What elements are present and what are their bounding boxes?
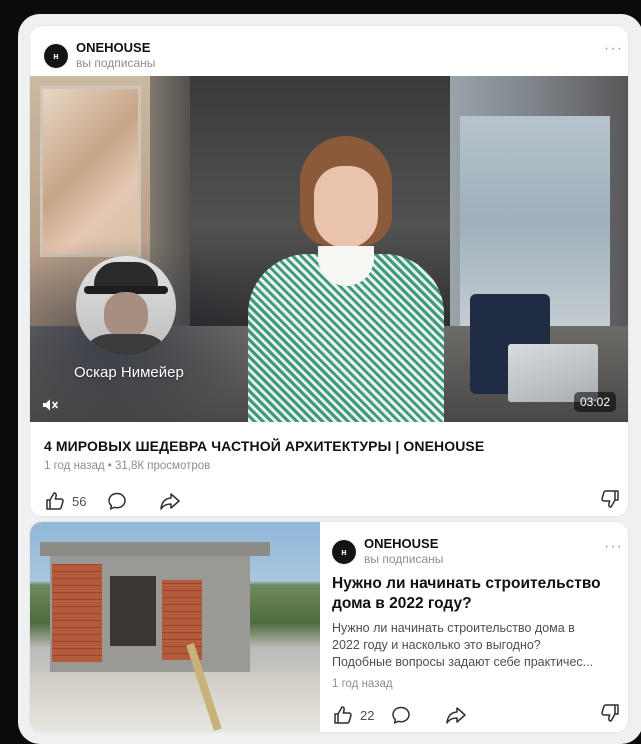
comment-button[interactable]: [390, 704, 412, 726]
thumbnail-ground: [30, 672, 320, 732]
channel-avatar[interactable]: н: [44, 44, 68, 68]
dislike-icon: [599, 704, 621, 728]
like-count: 56: [72, 493, 87, 509]
article-description-line: 2022 году и насколько это выгодно?: [332, 638, 541, 652]
portrait-face: [104, 292, 148, 338]
dislike-icon: [599, 490, 621, 514]
video-title[interactable]: 4 МИРОВЫХ ШЕДЕВРА ЧАСТНОЙ АРХИТЕКТУРЫ | …: [44, 438, 484, 454]
share-button[interactable]: [158, 490, 182, 512]
thumbnail-brick-wall: [52, 564, 102, 662]
thumbnail-brick-column: [162, 580, 202, 660]
dislike-button[interactable]: [599, 488, 621, 515]
more-options-button[interactable]: ···: [604, 40, 623, 58]
video-post-card: н ONEHOUSE вы подписаны ··· Оскар Нимейе…: [30, 26, 628, 516]
comment-button[interactable]: [106, 490, 128, 512]
article-description-line: Нужно ли начинать строительство дома в: [332, 621, 575, 635]
channel-name[interactable]: ONEHOUSE: [364, 536, 438, 551]
like-icon: [332, 704, 354, 726]
share-icon: [158, 490, 182, 512]
video-meta: 1 год назад • 31,8К просмотров: [44, 460, 211, 472]
post-actions: 56: [44, 488, 182, 514]
presenter-face: [314, 166, 378, 248]
article-title[interactable]: Нужно ли начинать строительство дома в 2…: [332, 574, 622, 614]
mute-icon[interactable]: [42, 398, 60, 412]
like-button[interactable]: 56: [44, 490, 86, 512]
post-header[interactable]: н ONEHOUSE вы подписаны: [332, 534, 612, 566]
share-icon: [444, 704, 468, 726]
article-description-line: Подобные вопросы задают себе практичес..…: [332, 655, 594, 669]
comment-icon: [390, 704, 412, 726]
like-button[interactable]: 22: [332, 704, 374, 726]
video-frame-painting: [40, 86, 141, 257]
article-thumbnail[interactable]: [30, 522, 320, 732]
article-description: Нужно ли начинать строительство дома в 2…: [332, 620, 624, 671]
channel-avatar[interactable]: н: [332, 540, 356, 564]
article-post-card: н ONEHOUSE вы подписаны ··· Нужно ли нач…: [30, 522, 628, 732]
share-button[interactable]: [444, 704, 468, 726]
portrait-overlay: [76, 256, 176, 356]
video-player[interactable]: Оскар Нимейер 03:02: [30, 76, 628, 422]
channel-name[interactable]: ONEHOUSE: [76, 40, 150, 55]
subscription-status: вы подписаны: [76, 56, 156, 70]
thumbnail-slab: [40, 542, 270, 556]
comment-icon: [106, 490, 128, 512]
overlay-caption: Оскар Нимейер: [74, 364, 184, 381]
dislike-button[interactable]: [599, 702, 621, 729]
thumbnail-opening: [110, 576, 156, 646]
video-duration: 03:02: [573, 392, 616, 412]
article-title-line: Нужно ли начинать строительство: [332, 575, 601, 592]
like-icon: [44, 490, 66, 512]
video-presenter: [248, 136, 444, 422]
subscription-status: вы подписаны: [364, 552, 444, 566]
portrait-coat: [80, 334, 172, 356]
article-time: 1 год назад: [332, 678, 393, 690]
post-actions: 22: [332, 702, 468, 728]
article-title-line: дома в 2022 году?: [332, 595, 472, 612]
like-count: 22: [360, 707, 375, 723]
feed: н ONEHOUSE вы подписаны ··· Оскар Нимейе…: [18, 14, 641, 744]
more-options-button[interactable]: ···: [604, 538, 623, 556]
